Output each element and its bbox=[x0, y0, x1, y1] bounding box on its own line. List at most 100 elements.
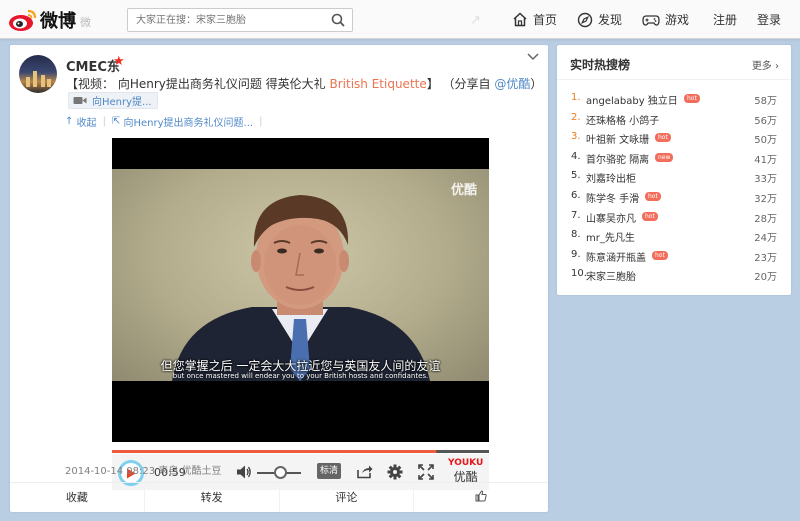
media-actions: ↑ 收起 | ⇱ 向Henry提出商务礼仪问题... | bbox=[65, 114, 268, 129]
share-icon[interactable] bbox=[356, 464, 373, 479]
chevron-down-icon[interactable] bbox=[526, 52, 540, 62]
hot-keyword[interactable]: 首尔骆驼 隔离 bbox=[586, 151, 649, 166]
hot-count: 41万 bbox=[754, 154, 777, 166]
hot-keyword[interactable]: mr_先凡生 bbox=[586, 229, 635, 244]
thumbs-up-icon bbox=[475, 490, 487, 502]
video-watermark: 优酷 bbox=[450, 183, 477, 198]
video-progress-bar[interactable] bbox=[112, 450, 489, 453]
hot-search-item[interactable]: 9. 陈意涵开瓶盖 hot 23万 bbox=[557, 246, 791, 266]
hot-search-item[interactable]: 10. 宋家三胞胎 20万 bbox=[557, 265, 791, 285]
video-frame[interactable]: 优酷 但您掌握之后 一定会大大拉近您与英国友人间的友谊 but once mas… bbox=[112, 169, 489, 381]
nav-discover[interactable]: 发现 bbox=[577, 0, 622, 39]
quality-button[interactable]: 标清 bbox=[317, 463, 341, 479]
video-tag-label: 向Henry提... bbox=[92, 97, 152, 108]
hot-keyword[interactable]: 陈意涵开瓶盖 bbox=[586, 249, 646, 264]
collapse-arrow-icon[interactable]: ↑ bbox=[65, 116, 77, 127]
youku-logo-en: YOUKU bbox=[448, 458, 484, 468]
content-text-suffix: ） bbox=[530, 77, 543, 91]
hot-rank: 5. bbox=[571, 170, 581, 182]
external-link-icon[interactable]: ⇱ bbox=[112, 116, 124, 127]
subtitle-english: but once mastered will endear you to you… bbox=[172, 372, 429, 380]
post-username[interactable]: CMEC东 bbox=[66, 56, 120, 75]
fullscreen-icon[interactable] bbox=[418, 464, 434, 480]
hot-keyword[interactable]: 刘嘉玲出柜 bbox=[586, 170, 636, 185]
hot-search-item[interactable]: 5. 刘嘉玲出柜 33万 bbox=[557, 167, 791, 187]
hot-badge: new bbox=[655, 152, 674, 162]
like-button[interactable] bbox=[413, 483, 548, 512]
hot-count: 24万 bbox=[754, 233, 777, 245]
hot-rank: 9. bbox=[571, 248, 581, 260]
hot-search-panel: 实时热搜榜 更多 › 1. angelababy 独立日 hot 58万 2. 还珠格格 … bbox=[557, 45, 791, 295]
search-box[interactable] bbox=[127, 8, 353, 32]
video-camera-icon bbox=[73, 97, 87, 104]
hot-search-item[interactable]: 8. mr_先凡生 24万 bbox=[557, 226, 791, 246]
avatar[interactable] bbox=[19, 55, 57, 93]
hot-rank: 8. bbox=[571, 229, 581, 241]
search-icon[interactable] bbox=[331, 13, 345, 27]
collapse-link[interactable]: 收起 bbox=[77, 114, 97, 129]
content-text-prefix: 【视频： 向Henry提出商务礼仪问题 得英伦大礼 bbox=[66, 77, 330, 91]
hot-count: 23万 bbox=[754, 252, 777, 264]
nav-home-label: 首页 bbox=[533, 13, 558, 27]
hot-count: 56万 bbox=[754, 115, 777, 127]
mention-link[interactable]: @优酷 bbox=[494, 77, 530, 91]
hot-rank: 3. bbox=[571, 131, 581, 143]
hot-search-item[interactable]: 7. 山寨吴亦凡 hot 28万 bbox=[557, 207, 791, 227]
compass-icon bbox=[577, 12, 593, 27]
hot-count: 58万 bbox=[754, 96, 777, 107]
repost-button[interactable]: 转发 bbox=[143, 483, 279, 512]
logo-subtext: 微 bbox=[80, 16, 91, 29]
video-title-link[interactable]: 向Henry提出商务礼仪问题... bbox=[124, 114, 254, 129]
search-input[interactable] bbox=[128, 9, 318, 31]
video-player[interactable]: 优酷 但您掌握之后 一定会大大拉近您与英国友人间的友谊 but once mas… bbox=[112, 138, 489, 490]
gamepad-icon bbox=[642, 14, 660, 26]
hot-rank: 6. bbox=[571, 189, 581, 201]
hot-badge: hot bbox=[655, 133, 671, 143]
nav-game-label: 游戏 bbox=[665, 13, 690, 27]
top-navbar: 微博 微 ↗ 首页 发现 游戏 注册 登录 bbox=[0, 0, 800, 39]
nav-game[interactable]: 游戏 bbox=[642, 0, 689, 39]
youku-logo[interactable]: YOUKU 优酷 bbox=[448, 458, 483, 485]
hot-search-item[interactable]: 4. 首尔骆驼 隔离 new 41万 bbox=[557, 148, 791, 168]
hot-count: 32万 bbox=[754, 193, 777, 205]
settings-gear-icon[interactable] bbox=[387, 464, 403, 480]
hot-rank: 4. bbox=[571, 150, 581, 162]
hot-search-item[interactable]: 2. 还珠格格 小鸽子 56万 bbox=[557, 109, 791, 129]
hot-search-title: 实时热搜榜 bbox=[570, 58, 631, 72]
hot-keyword[interactable]: 还珠格格 小鸽子 bbox=[586, 112, 659, 127]
vip-star-icon[interactable]: ★ bbox=[113, 54, 125, 69]
hot-search-item[interactable]: 1. angelababy 独立日 hot 58万 bbox=[557, 89, 791, 109]
content-english-title: British Etiquette bbox=[329, 77, 427, 91]
logo-text: 微博 bbox=[40, 11, 76, 32]
hot-keyword[interactable]: angelababy 独立日 bbox=[586, 92, 678, 107]
hot-keyword[interactable]: 陈学冬 手滑 bbox=[586, 190, 639, 205]
hot-search-item[interactable]: 6. 陈学冬 手滑 hot 32万 bbox=[557, 187, 791, 207]
home-icon bbox=[513, 12, 527, 27]
weibo-eye-icon bbox=[9, 9, 37, 31]
nav-home[interactable]: 首页 bbox=[512, 0, 557, 39]
volume-icon[interactable] bbox=[236, 464, 252, 480]
hot-search-item[interactable]: 3. 叶祖新 文咏珊 hot 50万 bbox=[557, 128, 791, 148]
hot-rank: 10. bbox=[571, 268, 587, 280]
nav-discover-label: 发现 bbox=[598, 13, 623, 27]
post-timestamp-source[interactable]: 2014-10-14 08:23 来自 优酷土豆 bbox=[65, 462, 221, 477]
post-action-bar: 收藏 转发 评论 bbox=[10, 482, 548, 512]
comment-button[interactable]: 评论 bbox=[278, 483, 414, 512]
weibo-logo[interactable]: 微博 微 bbox=[8, 7, 98, 33]
hot-keyword[interactable]: 宋家三胞胎 bbox=[586, 268, 636, 283]
video-presenter-image bbox=[172, 195, 430, 381]
login-link[interactable]: 登录 bbox=[757, 0, 781, 39]
hot-count: 50万 bbox=[754, 135, 777, 147]
register-link[interactable]: 注册 bbox=[713, 0, 737, 39]
hot-rank: 7. bbox=[571, 209, 581, 221]
video-link-tag[interactable]: 向Henry提... bbox=[68, 92, 158, 109]
hot-badge: hot bbox=[684, 94, 700, 103]
volume-slider-handle[interactable] bbox=[274, 466, 287, 479]
weibo-post-card: CMEC东 ★ 【视频： 向Henry提出商务礼仪问题 得英伦大礼 Britis… bbox=[10, 45, 548, 512]
favorite-button[interactable]: 收藏 bbox=[10, 483, 144, 512]
hot-keyword[interactable]: 山寨吴亦凡 bbox=[586, 210, 636, 225]
hot-count: 20万 bbox=[754, 272, 777, 284]
chevron-right-icon: › bbox=[775, 61, 779, 72]
hot-search-more-link[interactable]: 更多 › bbox=[752, 57, 779, 72]
hot-keyword[interactable]: 叶祖新 文咏珊 bbox=[586, 131, 649, 146]
